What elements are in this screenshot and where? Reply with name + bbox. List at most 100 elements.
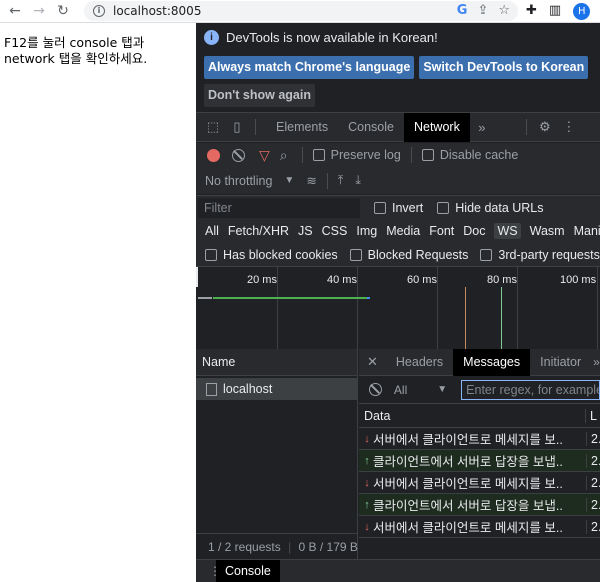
type-font[interactable]: Font bbox=[429, 224, 454, 238]
site-info-icon[interactable]: i bbox=[93, 5, 105, 17]
tab-messages[interactable]: Messages bbox=[453, 348, 531, 376]
invert-checkbox[interactable] bbox=[374, 201, 386, 214]
tab-network[interactable]: Network bbox=[403, 112, 470, 142]
google-lens-icon[interactable]: G bbox=[457, 3, 468, 18]
sent-arrow-icon: ↑ bbox=[364, 498, 370, 511]
filter-funnel-icon[interactable]: ▽ bbox=[259, 147, 270, 164]
close-icon[interactable]: ✕ bbox=[367, 354, 378, 370]
forward-icon[interactable]: → bbox=[30, 2, 48, 20]
third-party-checkbox[interactable] bbox=[480, 248, 493, 261]
message-row[interactable]: ↓서버에서 클라이언트로 메세지를 보.. 2. bbox=[359, 516, 600, 538]
tab-initiator[interactable]: Initiator bbox=[530, 349, 591, 376]
request-name: localhost bbox=[223, 382, 273, 396]
blocked-cookies-checkbox[interactable] bbox=[205, 248, 217, 261]
message-length: 2. bbox=[586, 519, 600, 534]
tab-headers[interactable]: Headers bbox=[386, 349, 453, 376]
device-toolbar-icon[interactable]: ▯ bbox=[229, 119, 245, 135]
requests-summary: 1 / 2 requests | 0 B / 179 B bbox=[196, 533, 358, 559]
blocked-requests-checkbox[interactable] bbox=[349, 248, 362, 261]
throttling-dropdown-icon[interactable]: ▼ bbox=[284, 175, 294, 186]
request-row[interactable]: localhost bbox=[196, 378, 357, 400]
regex-filter-input[interactable]: Enter regex, for example bbox=[461, 379, 600, 400]
type-fetch-xhr[interactable]: Fetch/XHR bbox=[228, 224, 289, 238]
address-bar[interactable]: i localhost:8005 G ⇪ ☆ bbox=[84, 1, 518, 21]
blocked-requests-label: Blocked Requests bbox=[367, 247, 469, 262]
requests-list: Name localhost 1 / 2 requests | 0 B / 17… bbox=[196, 349, 358, 559]
message-row[interactable]: ↓서버에서 클라이언트로 메세지를 보.. 2. bbox=[359, 428, 600, 450]
message-text: 서버에서 클라이언트로 메세지를 보.. bbox=[372, 433, 563, 447]
type-js[interactable]: JS bbox=[298, 224, 313, 238]
more-tabs-icon[interactable]: » bbox=[593, 355, 600, 369]
extensions-icon[interactable]: ✚ bbox=[526, 3, 537, 20]
drawer-tab-console[interactable]: Console bbox=[216, 559, 280, 582]
network-conditions-icon[interactable]: ≋ bbox=[306, 173, 316, 188]
tab-elements[interactable]: Elements bbox=[266, 113, 338, 142]
message-text: 클라이언트에서 서버로 답장을 보냅.. bbox=[372, 455, 563, 469]
dropdown-icon[interactable]: ▼ bbox=[437, 384, 447, 395]
type-doc[interactable]: Doc bbox=[463, 224, 485, 238]
more-options-icon[interactable]: ⋮ bbox=[561, 119, 577, 135]
name-column-header[interactable]: Name bbox=[196, 349, 357, 376]
invert-label: Invert bbox=[392, 200, 424, 215]
message-length: 2. bbox=[586, 453, 600, 468]
browser-toolbar: ← → ↻ i localhost:8005 G ⇪ ☆ ✚ ▥ H bbox=[0, 0, 600, 23]
settings-gear-icon[interactable]: ⚙ bbox=[537, 119, 553, 135]
url-text[interactable]: localhost:8005 bbox=[113, 4, 201, 18]
filter-input[interactable]: Filter bbox=[198, 197, 360, 218]
preserve-log-checkbox[interactable] bbox=[312, 149, 325, 161]
type-img[interactable]: Img bbox=[356, 224, 377, 238]
import-har-icon[interactable]: ⤒ bbox=[338, 173, 344, 188]
message-text: 클라이언트에서 서버로 답장을 보냅.. bbox=[372, 499, 563, 513]
type-all[interactable]: All bbox=[205, 224, 219, 238]
switch-korean-button[interactable]: Switch DevTools to Korean bbox=[419, 56, 589, 79]
export-har-icon[interactable]: ⤓ bbox=[355, 173, 361, 188]
instruction-text: F12를 눌러 console 탭과 network 탭을 확인하세요. bbox=[4, 35, 148, 66]
hide-data-urls-checkbox[interactable] bbox=[437, 201, 450, 214]
back-icon[interactable]: ← bbox=[6, 2, 24, 20]
bookmark-star-icon[interactable]: ☆ bbox=[498, 3, 510, 18]
received-arrow-icon: ↓ bbox=[364, 476, 370, 489]
type-media[interactable]: Media bbox=[386, 224, 420, 238]
sent-arrow-icon: ↑ bbox=[364, 454, 370, 467]
clear-messages-icon[interactable] bbox=[369, 383, 382, 396]
type-manifest[interactable]: Manifest bbox=[574, 224, 600, 238]
message-text: 서버에서 클라이언트로 메세지를 보.. bbox=[372, 477, 563, 491]
data-column-header[interactable]: Data bbox=[359, 409, 585, 423]
dont-show-again-button[interactable]: Don't show again bbox=[204, 84, 315, 107]
network-overview-timeline[interactable]: 20 ms 40 ms 60 ms 80 ms 100 ms bbox=[196, 266, 600, 350]
type-ws[interactable]: WS bbox=[494, 223, 521, 239]
message-row[interactable]: ↑클라이언트에서 서버로 답장을 보냅.. 2. bbox=[359, 450, 600, 472]
tab-console[interactable]: Console bbox=[338, 113, 404, 142]
devtools-panel: i DevTools is now available in Korean! A… bbox=[196, 23, 600, 582]
side-panel-icon[interactable]: ▥ bbox=[549, 3, 561, 20]
throttling-select[interactable]: No throttling bbox=[205, 174, 272, 188]
file-icon bbox=[206, 383, 217, 397]
avatar[interactable]: H bbox=[573, 3, 591, 20]
request-detail-panel: ✕ Headers Messages Initiator » All ▼ Ent… bbox=[359, 348, 600, 559]
inspect-element-icon[interactable]: ⬚ bbox=[205, 119, 221, 135]
share-icon[interactable]: ⇪ bbox=[477, 3, 488, 18]
message-type-select[interactable]: All bbox=[394, 383, 407, 397]
messages-list: ↓서버에서 클라이언트로 메세지를 보..2.↑클라이언트에서 서버로 답장을 … bbox=[359, 428, 600, 538]
record-icon[interactable] bbox=[207, 148, 220, 162]
disable-cache-checkbox[interactable] bbox=[421, 149, 434, 161]
type-css[interactable]: CSS bbox=[322, 224, 348, 238]
drawer-bar: ⋮ Console bbox=[196, 559, 600, 582]
throttling-toolbar: No throttling ▼ ≋ ⤒ ⤓ bbox=[196, 167, 600, 194]
message-row[interactable]: ↓서버에서 클라이언트로 메세지를 보.. 2. bbox=[359, 472, 600, 494]
more-tabs-icon[interactable]: » bbox=[474, 119, 490, 135]
clear-icon[interactable] bbox=[232, 148, 245, 162]
search-icon[interactable]: ⌕ bbox=[280, 147, 288, 164]
network-toolbar: ▽ ⌕ Preserve log Disable cache bbox=[196, 143, 600, 167]
length-column-header[interactable]: L bbox=[585, 408, 597, 423]
filter-row: Filter Invert Hide data URLs bbox=[196, 195, 600, 219]
request-count: 1 / 2 requests bbox=[208, 540, 281, 554]
page-content: F12를 눌러 console 탭과 network 탭을 확인하세요. bbox=[0, 23, 196, 582]
preserve-log-label: Preserve log bbox=[330, 148, 401, 162]
resource-type-filters: All Fetch/XHR JS CSS Img Media Font Doc … bbox=[196, 219, 600, 243]
drawer-menu-icon[interactable]: ⋮ bbox=[209, 564, 221, 578]
type-wasm[interactable]: Wasm bbox=[530, 224, 565, 238]
reload-icon[interactable]: ↻ bbox=[54, 2, 72, 20]
match-language-button[interactable]: Always match Chrome's language bbox=[204, 56, 415, 79]
message-row[interactable]: ↑클라이언트에서 서버로 답장을 보냅.. 2. bbox=[359, 494, 600, 516]
